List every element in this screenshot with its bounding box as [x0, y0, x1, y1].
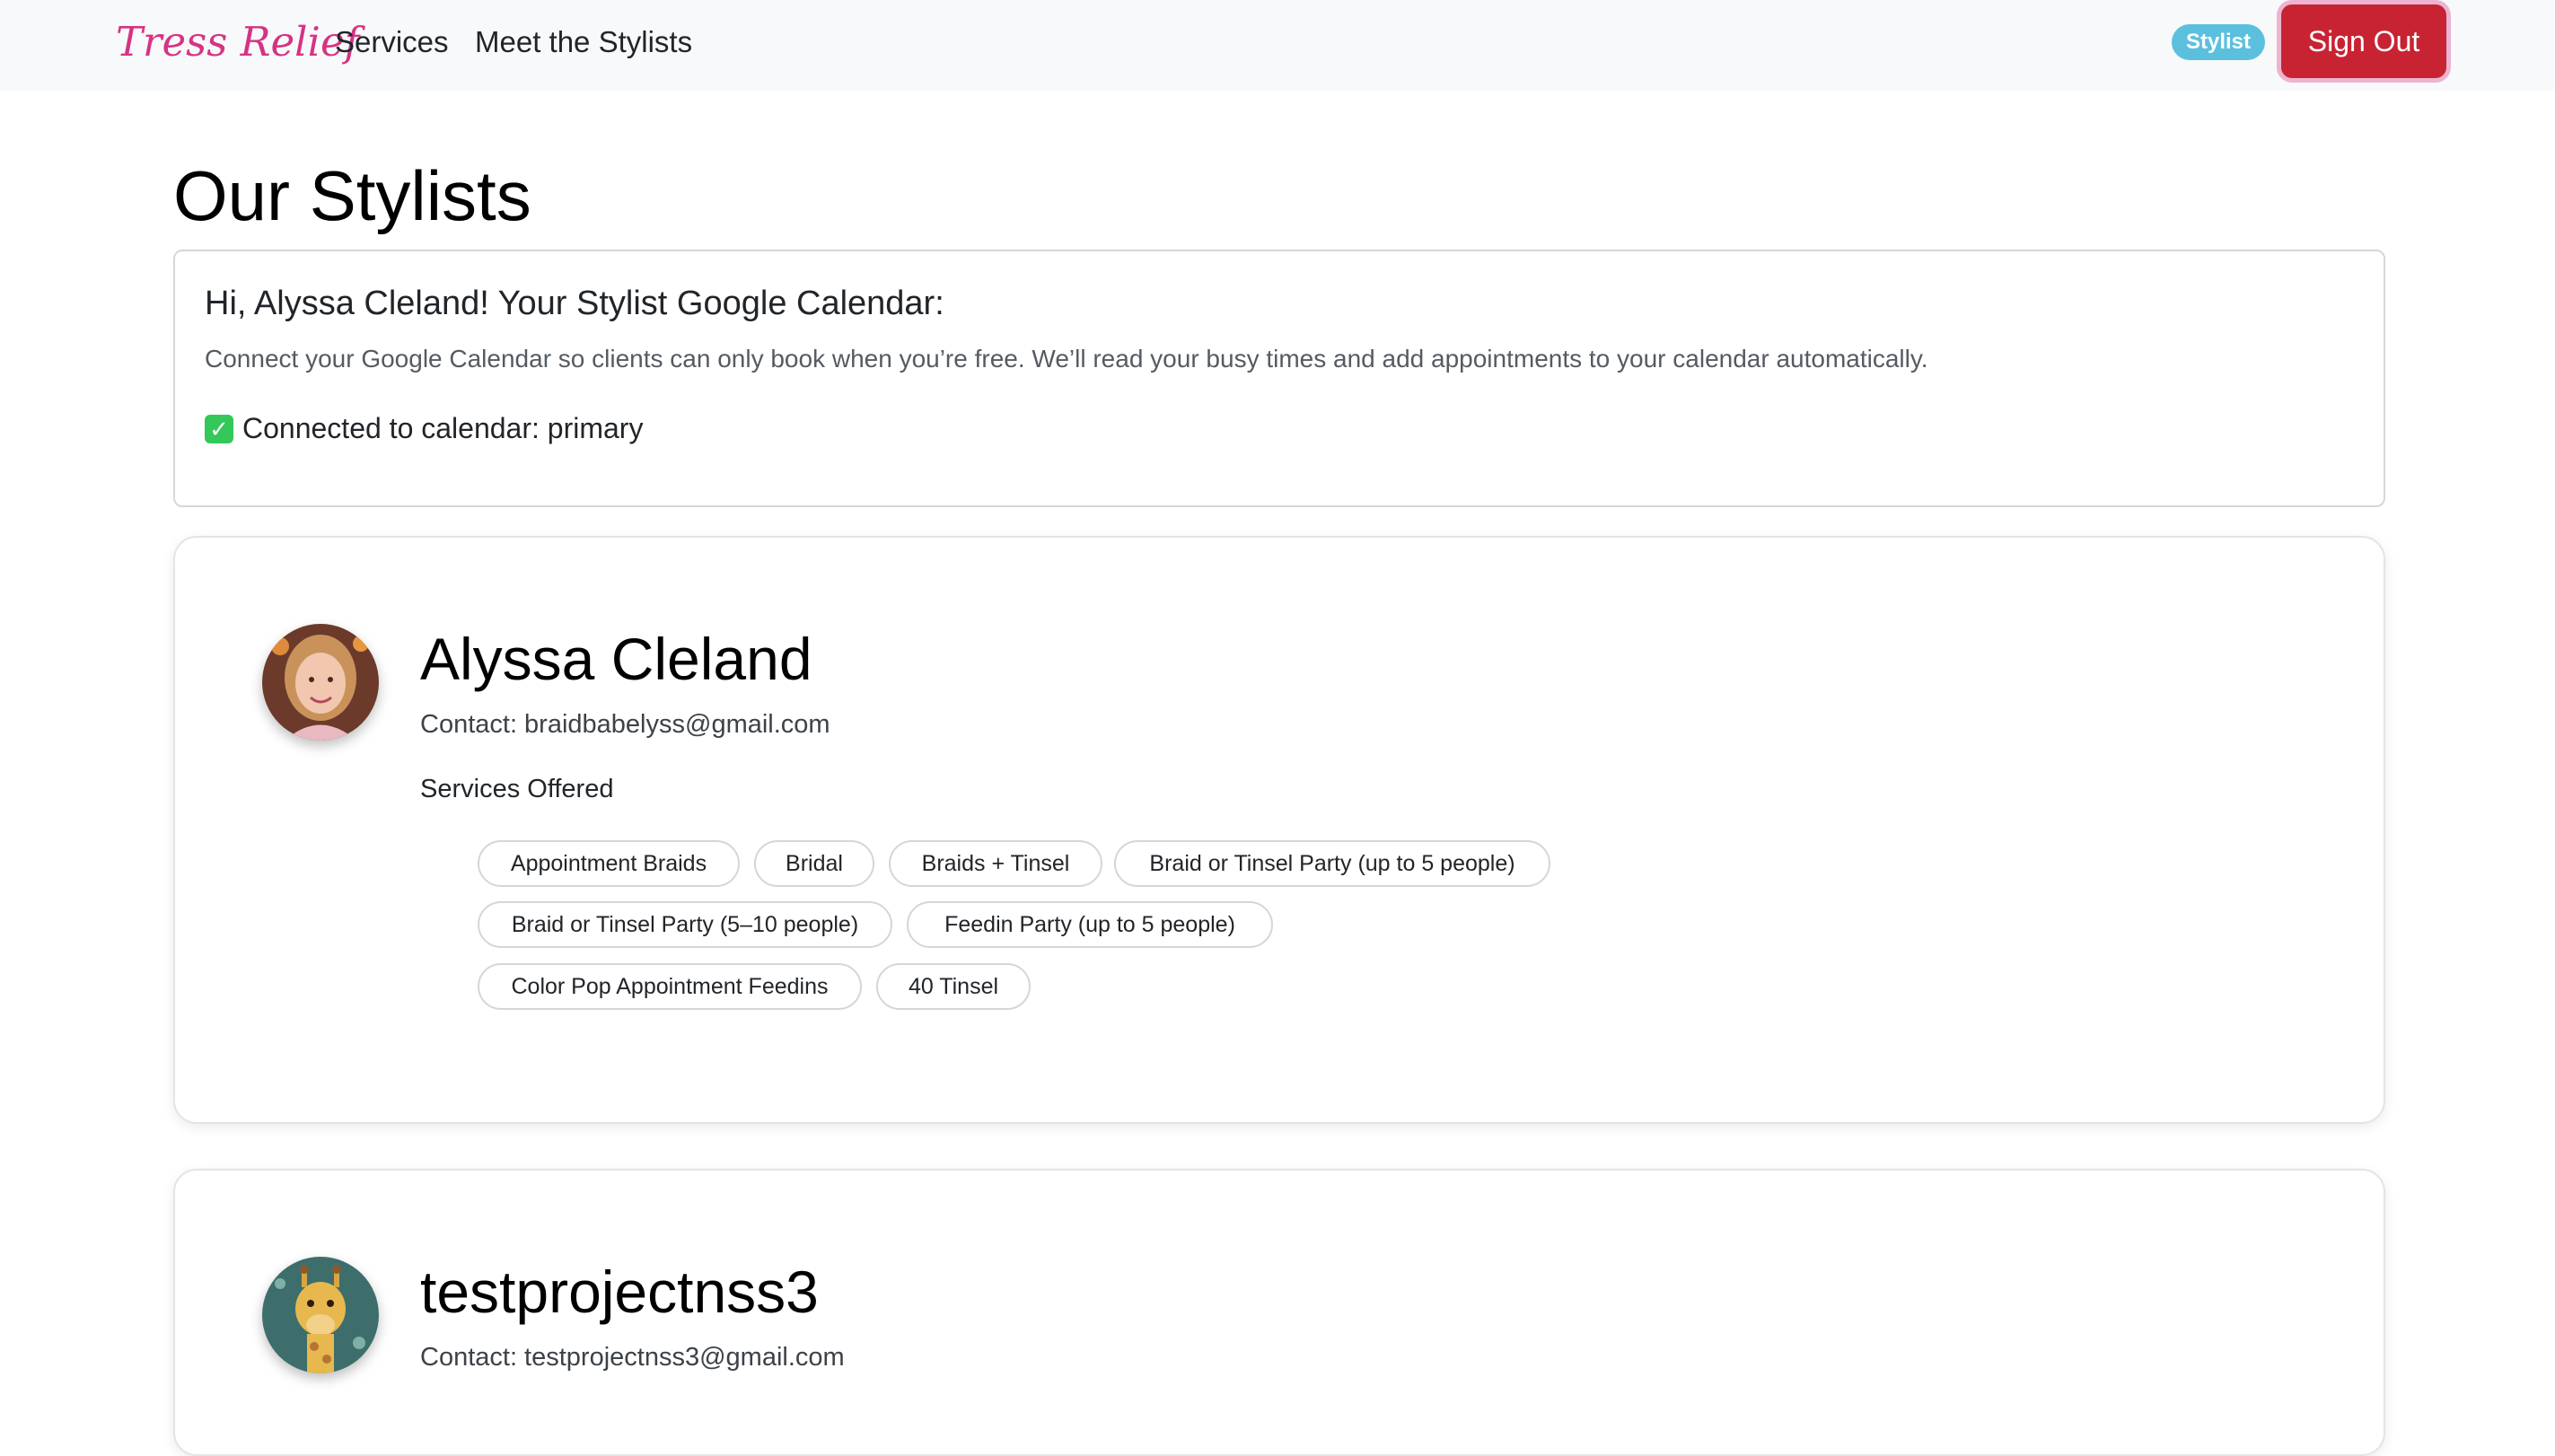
nav-link-services[interactable]: Services	[335, 20, 449, 65]
check-mark-icon: ✓	[205, 414, 233, 443]
stylist-contact: Contact: testprojectnss3@gmail.com	[420, 1343, 845, 1372]
stylist-name: Alyssa Cleland	[420, 626, 812, 692]
avatar-photo-icon	[262, 624, 379, 741]
service-pill[interactable]: Bridal	[754, 840, 874, 887]
service-pill[interactable]: Braid or Tinsel Party (5–10 people)	[478, 901, 892, 948]
service-pill[interactable]: Color Pop Appointment Feedins	[478, 963, 862, 1010]
avatar	[262, 624, 379, 741]
calendar-heading: Hi, Alyssa Cleland! Your Stylist Google …	[205, 285, 944, 322]
stylist-contact: Contact: braidbabelyss@gmail.com	[420, 710, 830, 739]
sign-out-button[interactable]: Sign Out	[2281, 4, 2446, 78]
avatar	[262, 1257, 379, 1373]
brand-logo[interactable]: Tress Relief	[116, 11, 359, 74]
stylist-card: testprojectnss3 Contact: testprojectnss3…	[173, 1169, 2385, 1456]
calendar-card: Hi, Alyssa Cleland! Your Stylist Google …	[173, 250, 2385, 507]
role-badge: Stylist	[2172, 24, 2266, 60]
service-pill[interactable]: Feedin Party (up to 5 people)	[907, 901, 1273, 948]
service-pill[interactable]: Braids + Tinsel	[889, 840, 1102, 887]
calendar-description: Connect your Google Calendar so clients …	[205, 345, 1928, 373]
giraffe-avatar-icon	[262, 1257, 379, 1373]
navbar: Tress Relief Services Meet the Stylists …	[0, 0, 2555, 91]
calendar-status-text: Connected to calendar: primary	[242, 412, 644, 444]
page-title: Our Stylists	[173, 156, 531, 235]
calendar-status: ✓ Connected to calendar: primary	[205, 408, 643, 449]
services-heading: Services Offered	[420, 775, 614, 803]
nav-link-meet-the-stylists[interactable]: Meet the Stylists	[475, 20, 692, 65]
service-pill[interactable]: 40 Tinsel	[876, 963, 1031, 1010]
service-pill[interactable]: Appointment Braids	[478, 840, 740, 887]
stylist-name: testprojectnss3	[420, 1259, 819, 1325]
service-pill[interactable]: Braid or Tinsel Party (up to 5 people)	[1114, 840, 1550, 887]
stylist-card: Alyssa Cleland Contact: braidbabelyss@gm…	[173, 536, 2385, 1124]
